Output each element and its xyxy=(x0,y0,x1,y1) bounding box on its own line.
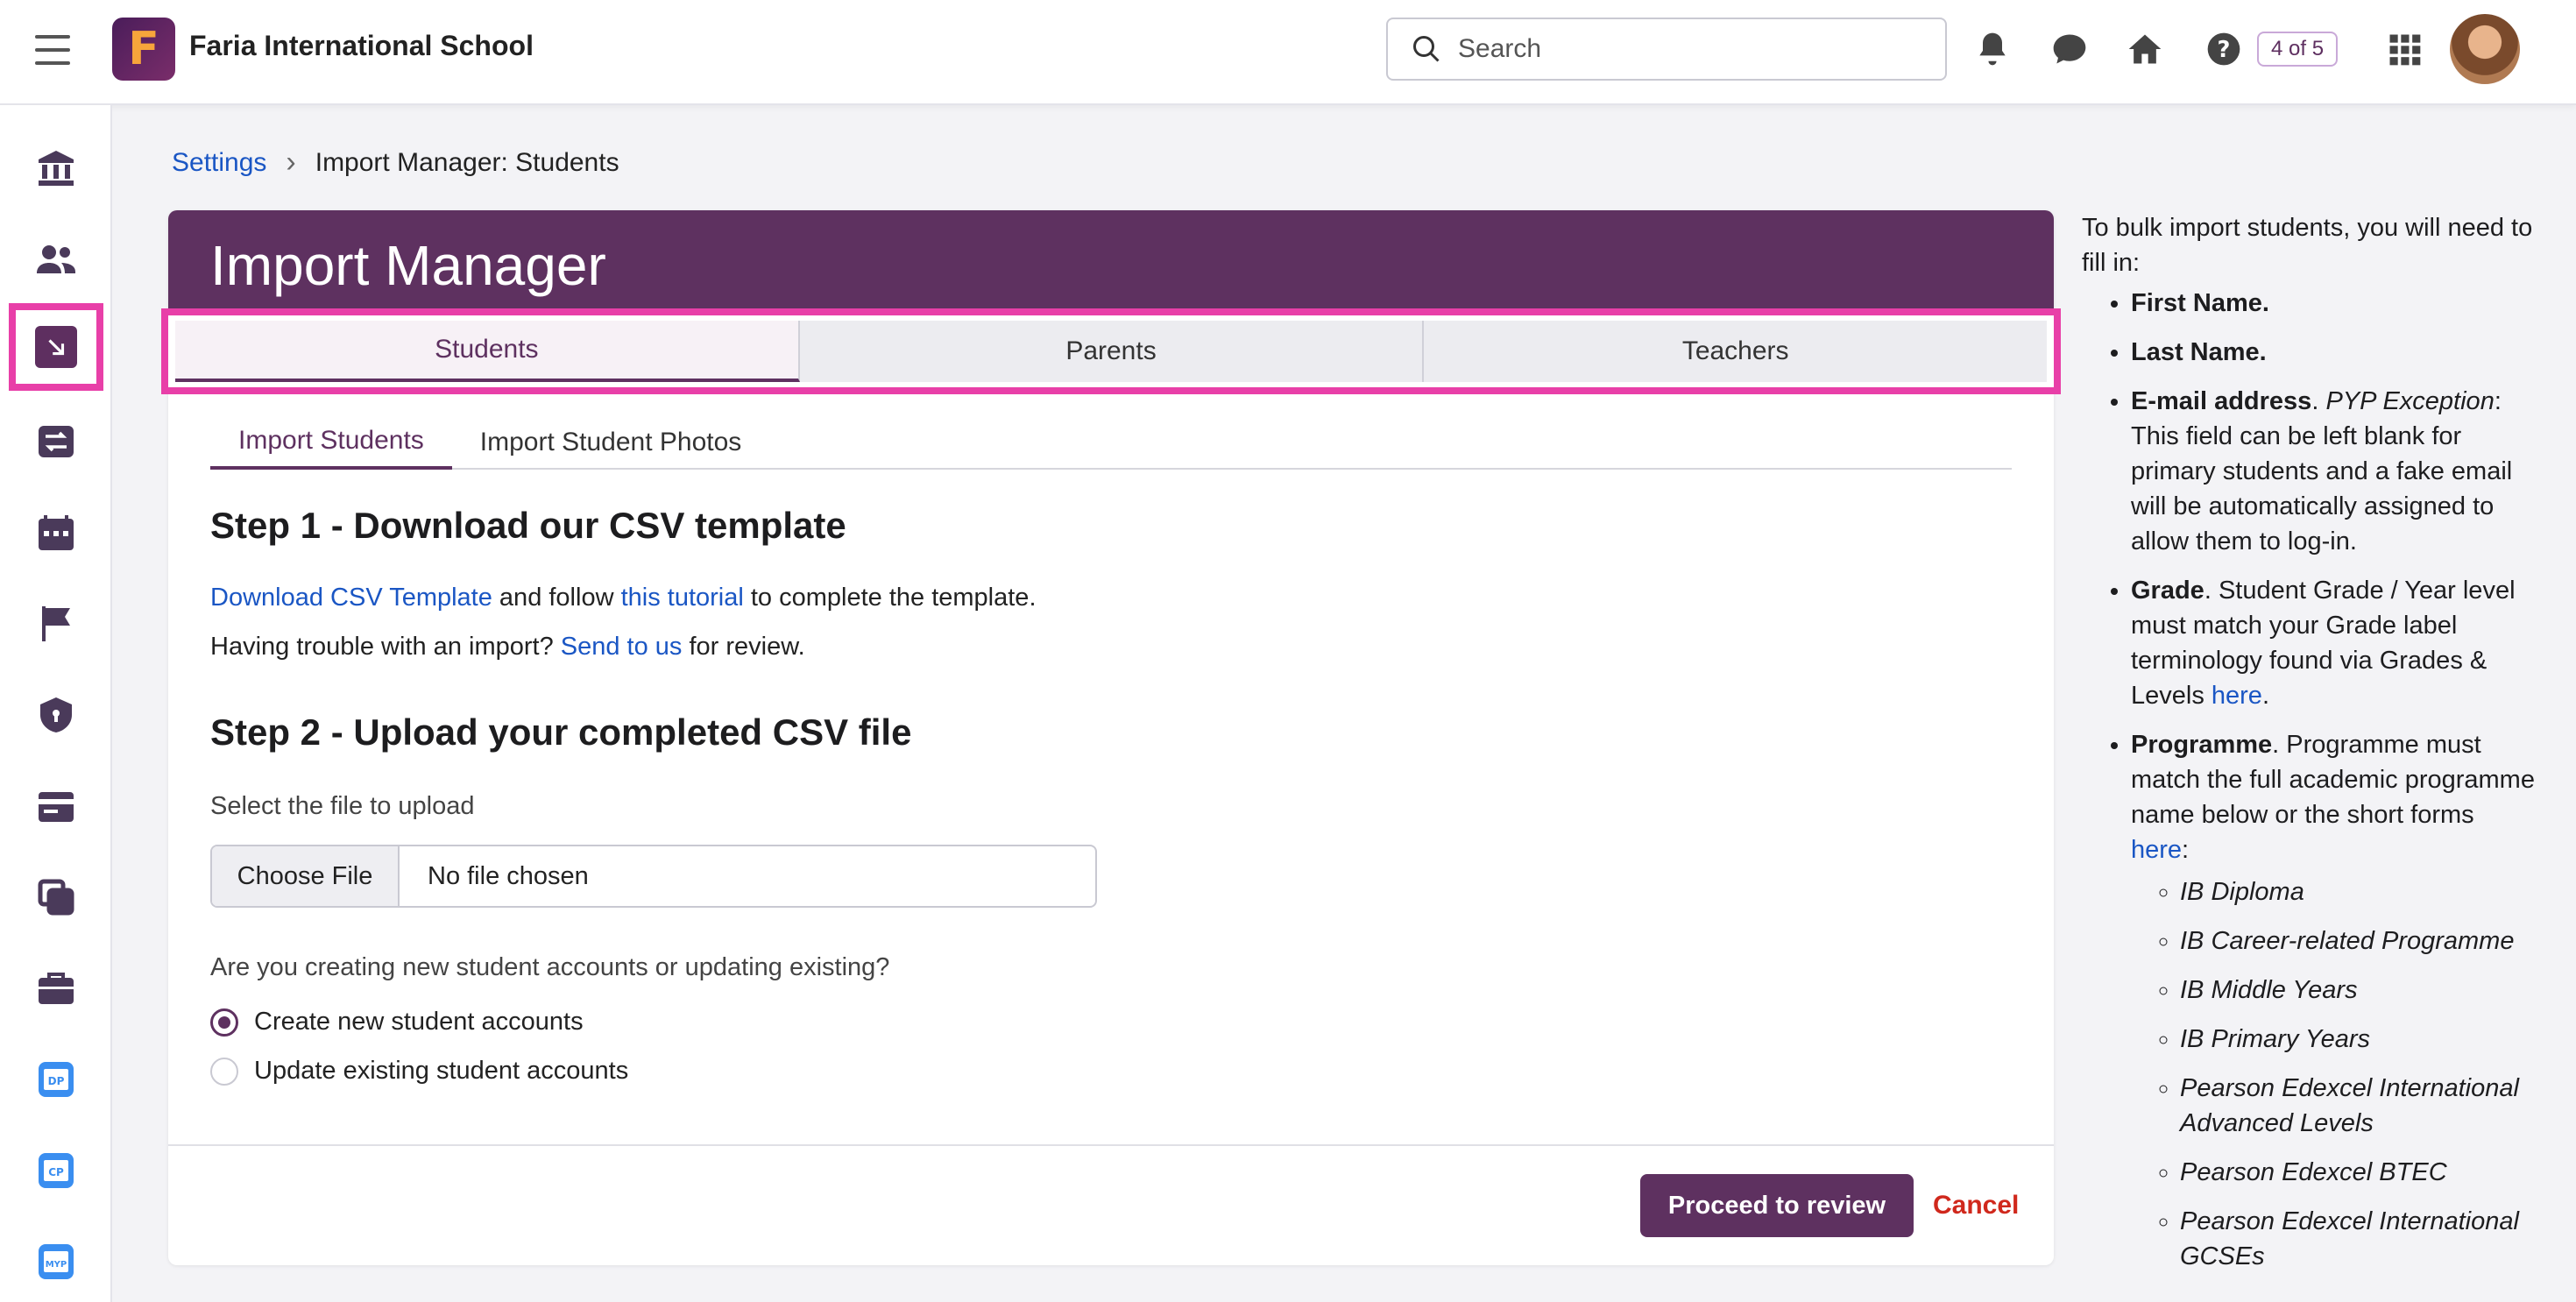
svg-text:?: ? xyxy=(2218,37,2231,63)
programme-item: Pearson Edexcel International Advanced L… xyxy=(2180,1071,2537,1141)
programme-item: Pearson Edexcel BTEC xyxy=(2180,1155,2537,1190)
file-status: No file chosen xyxy=(428,861,589,890)
import-manager-card: Import Manager Students Parents Teachers… xyxy=(161,210,2061,1265)
cancel-link[interactable]: Cancel xyxy=(1933,1174,2019,1237)
chat-icon[interactable] xyxy=(2047,26,2092,72)
users-icon[interactable] xyxy=(26,230,86,289)
tab-parents[interactable]: Parents xyxy=(799,321,1425,382)
apps-grid-icon[interactable] xyxy=(2381,26,2427,72)
page-title: Import Manager xyxy=(210,234,606,297)
breadcrumb: Settings › Import Manager: Students xyxy=(172,145,619,180)
step1-text-1: and follow xyxy=(492,584,621,612)
trouble-text-1: Having trouble with an import? xyxy=(210,633,561,661)
sidebar-item-import[interactable] xyxy=(9,303,103,391)
shield-icon[interactable] xyxy=(26,685,86,745)
programme-field-label: Programme xyxy=(2131,731,2273,759)
myp-badge-label: MYP xyxy=(46,1260,67,1270)
sub-tabs: Import Students Import Student Photos xyxy=(210,415,2012,470)
progress-counter-badge[interactable]: 4 of 5 xyxy=(2257,32,2339,67)
pyp-exception: PYP Exception xyxy=(2325,387,2495,415)
radio-label-update: Update existing student accounts xyxy=(254,1057,629,1085)
subtab-import-student-photos[interactable]: Import Student Photos xyxy=(452,415,770,470)
copy-icon[interactable] xyxy=(26,867,86,927)
chevron-right-icon: › xyxy=(286,145,296,179)
step1-instructions: Download CSV Template and follow this tu… xyxy=(210,584,1037,612)
breadcrumb-current: Import Manager: Students xyxy=(315,147,619,177)
programme-item: IB Primary Years xyxy=(2180,1022,2537,1057)
flag-icon[interactable] xyxy=(26,594,86,654)
radio-update-existing[interactable]: Update existing student accounts xyxy=(210,1057,628,1086)
cp-badge-label: CP xyxy=(48,1166,64,1178)
search-icon xyxy=(1413,36,1440,62)
myp-icon[interactable]: MYP xyxy=(26,1232,86,1291)
help-icon[interactable]: ? xyxy=(2201,26,2247,72)
programme-item: IB Diploma xyxy=(2180,874,2537,909)
cp-icon[interactable]: CP xyxy=(26,1141,86,1200)
swap-icon[interactable] xyxy=(26,412,86,471)
list-item: First Name. xyxy=(2131,286,2537,321)
grades-levels-link[interactable]: here xyxy=(2212,682,2262,710)
step1-title: Step 1 - Download our CSV template xyxy=(210,505,846,546)
user-avatar[interactable] xyxy=(2450,14,2520,84)
radio-create-new[interactable]: Create new student accounts xyxy=(210,1008,584,1037)
email-field-label: E-mail address xyxy=(2131,387,2312,415)
programme-end: : xyxy=(2182,836,2190,864)
dp-badge-label: DP xyxy=(48,1075,65,1087)
send-to-us-link[interactable]: Send to us xyxy=(561,633,683,661)
grade-end: . xyxy=(2261,682,2269,710)
briefcase-icon[interactable] xyxy=(26,959,86,1018)
radio-label-create: Create new student accounts xyxy=(254,1008,584,1036)
trouble-text: Having trouble with an import? Send to u… xyxy=(210,633,805,662)
step2-title: Step 2 - Upload your completed CSV file xyxy=(210,711,912,753)
breadcrumb-settings-link[interactable]: Settings xyxy=(172,148,266,178)
radio-button-checked[interactable] xyxy=(210,1008,238,1037)
choose-file-button[interactable]: Choose File xyxy=(212,846,400,906)
step1-text-2: to complete the template. xyxy=(743,584,1037,612)
calendar-icon[interactable] xyxy=(26,503,86,563)
tutorial-link[interactable]: this tutorial xyxy=(621,584,744,612)
tab-teachers[interactable]: Teachers xyxy=(1424,321,2048,382)
list-item: Programme. Programme must match the full… xyxy=(2131,727,2537,1274)
card-icon[interactable] xyxy=(26,776,86,836)
footer-divider xyxy=(168,1144,2054,1146)
tab-students[interactable]: Students xyxy=(175,321,800,382)
programme-item: IB Career-related Programme xyxy=(2180,923,2537,959)
required-fields-list: First Name. Last Name. E-mail address. P… xyxy=(2082,286,2537,1274)
main-tabs: Students Parents Teachers xyxy=(175,321,2048,382)
first-name-field: First Name. xyxy=(2131,289,2269,317)
file-upload-input[interactable]: Choose File No file chosen xyxy=(210,845,1097,908)
programme-short-forms-link[interactable]: here xyxy=(2131,836,2182,864)
search-box[interactable] xyxy=(1386,18,1947,81)
account-type-question: Are you creating new student accounts or… xyxy=(210,953,890,981)
download-csv-template-link[interactable]: Download CSV Template xyxy=(210,584,492,612)
help-intro: To bulk import students, you will need t… xyxy=(2082,214,2533,277)
last-name-field: Last Name. xyxy=(2131,338,2267,366)
logo-letter: F xyxy=(128,23,159,75)
dp-icon[interactable]: DP xyxy=(26,1050,86,1109)
search-input[interactable] xyxy=(1458,34,1914,64)
bank-icon[interactable] xyxy=(26,138,86,198)
import-icon xyxy=(35,326,77,368)
bell-icon[interactable] xyxy=(1970,26,2015,72)
home-icon[interactable] xyxy=(2122,26,2168,72)
programme-item: IB Middle Years xyxy=(2180,973,2537,1008)
list-item: Grade. Student Grade / Year level must m… xyxy=(2131,573,2537,713)
proceed-to-review-button[interactable]: Proceed to review xyxy=(1640,1174,1914,1237)
sidebar: DP CP MYP xyxy=(0,105,112,1302)
trouble-text-2: for review. xyxy=(682,633,805,661)
subtab-import-students[interactable]: Import Students xyxy=(210,415,452,470)
school-logo[interactable]: F xyxy=(112,18,175,81)
radio-button[interactable] xyxy=(210,1057,238,1086)
top-bar: F Faria International School ? 4 of 5 xyxy=(0,0,2576,105)
school-name[interactable]: Faria International School xyxy=(189,30,534,62)
file-upload-label: Select the file to upload xyxy=(210,792,475,820)
programme-list: IB Diploma IB Career-related Programme I… xyxy=(2131,874,2537,1274)
programme-item: Pearson Edexcel International GCSEs xyxy=(2180,1204,2537,1274)
menu-icon[interactable] xyxy=(35,35,70,65)
grade-field-label: Grade xyxy=(2131,577,2204,605)
email-dot: . xyxy=(2311,387,2326,415)
list-item: E-mail address. PYP Exception: This fiel… xyxy=(2131,384,2537,559)
help-panel: To bulk import students, you will need t… xyxy=(2082,210,2537,1288)
list-item: Last Name. xyxy=(2131,335,2537,370)
